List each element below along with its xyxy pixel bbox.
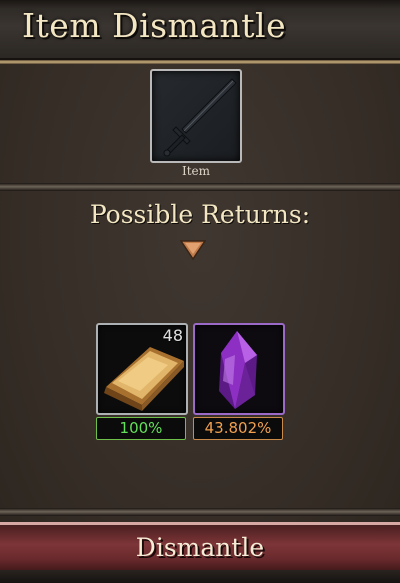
- purple-crystal-icon: [219, 331, 257, 409]
- chevron-down-icon: [180, 240, 206, 261]
- footer-divider: [0, 508, 400, 516]
- dismantle-button-label: Dismantle: [135, 533, 265, 562]
- window-header: Item Dismantle: [0, 0, 400, 60]
- sword-icon: [163, 78, 237, 157]
- item-slot[interactable]: [150, 69, 242, 163]
- window-title: Item Dismantle: [22, 6, 287, 45]
- dismantle-button[interactable]: Dismantle: [0, 522, 400, 575]
- return-slot-crystal[interactable]: [193, 323, 285, 415]
- section-divider: [0, 183, 400, 191]
- item-label: Item: [181, 164, 211, 178]
- window-footer: [0, 570, 400, 583]
- possible-returns-title: Possible Returns:: [89, 200, 311, 229]
- return-chance-crystal: 43.802%: [193, 417, 283, 440]
- header-divider: [0, 60, 400, 64]
- return-count: 48: [162, 326, 183, 345]
- return-chance-gold: 100%: [96, 417, 186, 440]
- return-slot-gold[interactable]: 48: [96, 323, 188, 415]
